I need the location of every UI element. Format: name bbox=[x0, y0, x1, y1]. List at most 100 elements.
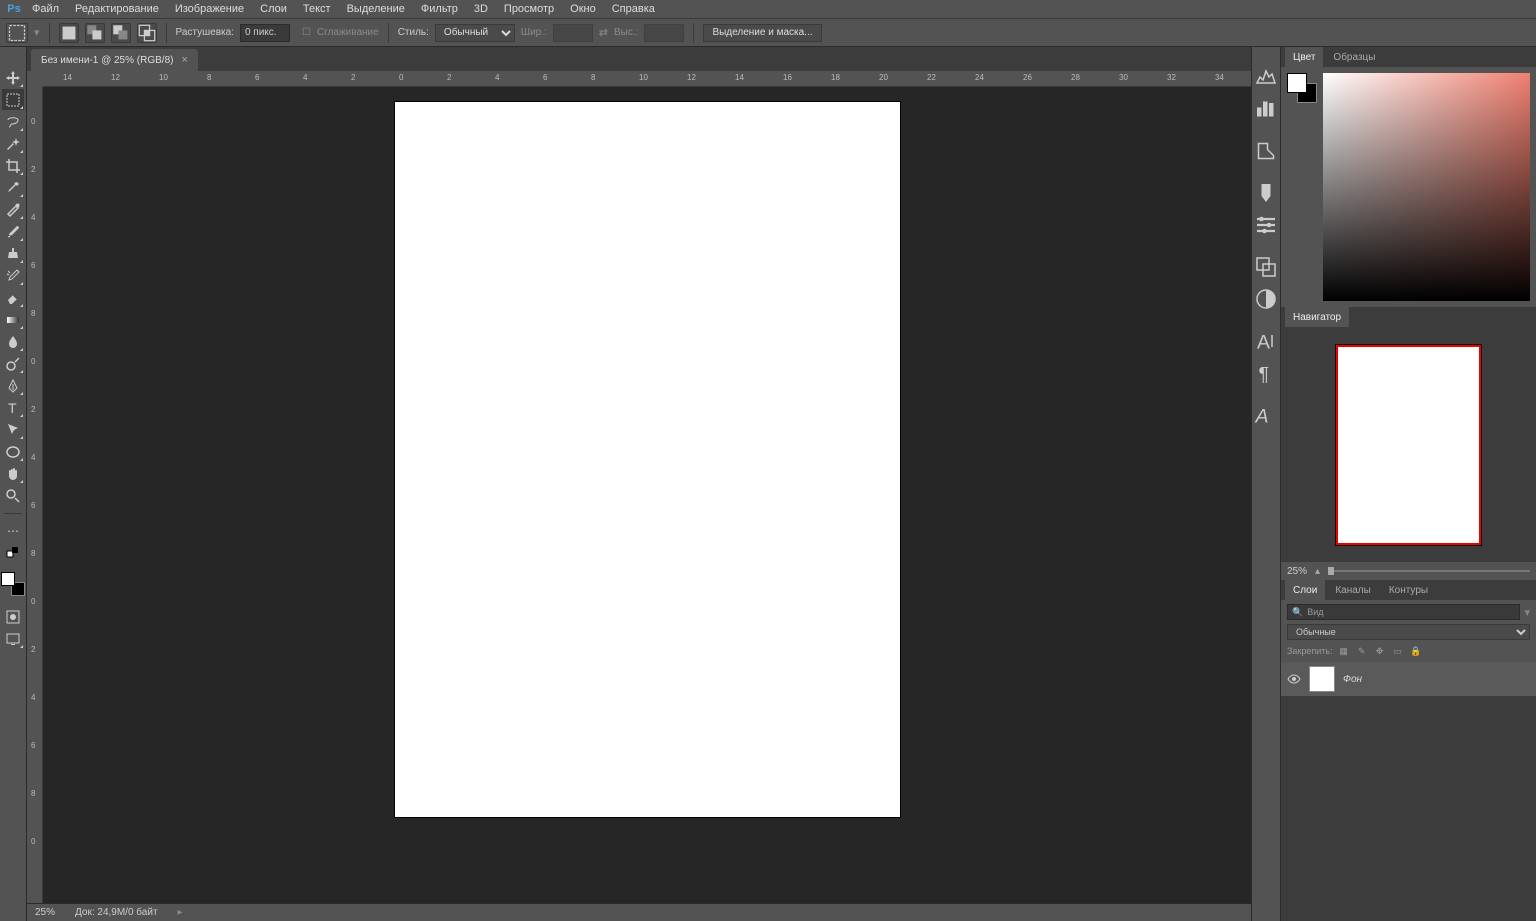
lock-all-icon[interactable]: 🔒 bbox=[1409, 644, 1423, 658]
healing-brush-tool[interactable] bbox=[2, 199, 24, 220]
navigator-zoom[interactable]: 25% bbox=[1287, 566, 1307, 577]
type-tool[interactable]: T bbox=[2, 397, 24, 418]
mini-foreground-color[interactable] bbox=[1287, 73, 1307, 93]
navigator-tab[interactable]: Навигатор bbox=[1285, 307, 1349, 327]
zoom-out-icon[interactable]: ▴ bbox=[1315, 566, 1320, 577]
navigator-thumbnail[interactable] bbox=[1336, 345, 1481, 545]
channels-tab[interactable]: Каналы bbox=[1327, 580, 1379, 600]
foreground-color[interactable] bbox=[1, 572, 15, 586]
doc-info-status[interactable]: Док: 24,9M/0 байт bbox=[75, 907, 158, 918]
style-select[interactable]: Обычный bbox=[435, 24, 515, 42]
shape-tool[interactable] bbox=[2, 441, 24, 462]
hand-tool[interactable] bbox=[2, 463, 24, 484]
brush-presets-panel-icon[interactable] bbox=[1254, 213, 1278, 237]
gradient-tool[interactable] bbox=[2, 309, 24, 330]
adjustments-panel-icon[interactable] bbox=[1254, 287, 1278, 311]
select-and-mask-button[interactable]: Выделение и маска... bbox=[703, 24, 821, 42]
color-swatches[interactable] bbox=[1, 572, 25, 596]
document-tab[interactable]: Без имени-1 @ 25% (RGB/8) × bbox=[31, 49, 198, 71]
menu-image[interactable]: Изображение bbox=[167, 1, 252, 17]
collapsed-panel-strip: A ¶ A bbox=[1251, 47, 1280, 921]
color-field[interactable] bbox=[1323, 73, 1530, 301]
status-arrow-icon[interactable]: ▸ bbox=[178, 907, 183, 918]
zoom-tool[interactable] bbox=[2, 485, 24, 506]
layers-panel: Слои Каналы Контуры 🔍 Вид ▾ Обычные Закр… bbox=[1281, 580, 1536, 921]
blend-mode-select[interactable]: Обычные bbox=[1287, 624, 1530, 640]
options-bar: ▾ Растушевка: ☐ Сглаживание Стиль: Обычн… bbox=[0, 18, 1536, 47]
divider bbox=[166, 23, 167, 43]
layers-tab[interactable]: Слои bbox=[1285, 580, 1325, 600]
layer-thumbnail[interactable] bbox=[1309, 666, 1335, 692]
swatches-tab[interactable]: Образцы bbox=[1325, 47, 1383, 67]
quickmask-tool[interactable] bbox=[2, 606, 24, 627]
menu-3d[interactable]: 3D bbox=[466, 1, 496, 17]
info-panel-icon[interactable] bbox=[1254, 97, 1278, 121]
pen-tool[interactable] bbox=[2, 375, 24, 396]
magic-wand-tool[interactable] bbox=[2, 133, 24, 154]
properties-panel-icon[interactable] bbox=[1254, 139, 1278, 163]
canvas[interactable] bbox=[395, 102, 900, 817]
character-panel-icon[interactable]: A bbox=[1254, 329, 1278, 353]
history-brush-tool[interactable] bbox=[2, 265, 24, 286]
menu-help[interactable]: Справка bbox=[604, 1, 663, 17]
lasso-tool[interactable] bbox=[2, 111, 24, 132]
menu-select[interactable]: Выделение bbox=[339, 1, 413, 17]
menu-window[interactable]: Окно bbox=[562, 1, 604, 17]
search-icon: 🔍 bbox=[1292, 607, 1303, 618]
paths-tab[interactable]: Контуры bbox=[1381, 580, 1436, 600]
layer-visibility-icon[interactable] bbox=[1287, 672, 1301, 686]
marquee-tool[interactable] bbox=[2, 89, 24, 110]
brushes-panel-icon[interactable] bbox=[1254, 181, 1278, 205]
marquee-tool-icon[interactable] bbox=[6, 23, 28, 43]
paragraph-panel-icon[interactable]: ¶ bbox=[1254, 361, 1278, 385]
move-tool[interactable] bbox=[2, 67, 24, 88]
svg-text:T: T bbox=[8, 400, 17, 416]
dodge-tool[interactable] bbox=[2, 353, 24, 374]
selection-intersect-icon[interactable] bbox=[137, 23, 157, 43]
eyedropper-tool[interactable] bbox=[2, 177, 24, 198]
vertical-ruler: 0246802468024680 bbox=[27, 87, 43, 903]
color-tab[interactable]: Цвет bbox=[1285, 47, 1323, 67]
glyphs-panel-icon[interactable]: A bbox=[1254, 403, 1278, 427]
tool-panel: T ⋯ bbox=[0, 47, 27, 921]
feather-input[interactable] bbox=[240, 24, 290, 42]
edit-toolbar[interactable]: ⋯ bbox=[2, 520, 24, 541]
layer-comps-panel-icon[interactable] bbox=[1254, 255, 1278, 279]
lock-artboard-icon[interactable]: ▭ bbox=[1391, 644, 1405, 658]
crop-tool[interactable] bbox=[2, 155, 24, 176]
height-input bbox=[644, 24, 684, 42]
menu-edit[interactable]: Редактирование bbox=[67, 1, 167, 17]
selection-new-icon[interactable] bbox=[59, 23, 79, 43]
menu-file[interactable]: Файл bbox=[24, 1, 67, 17]
brush-tool[interactable] bbox=[2, 221, 24, 242]
divider bbox=[693, 23, 694, 43]
lock-position-icon[interactable]: ✥ bbox=[1373, 644, 1387, 658]
default-colors-icon[interactable] bbox=[2, 542, 24, 563]
divider bbox=[49, 23, 50, 43]
screen-mode-tool[interactable] bbox=[2, 628, 24, 649]
document-tab-title: Без имени-1 @ 25% (RGB/8) bbox=[41, 55, 173, 66]
color-swatch-pair[interactable] bbox=[1287, 73, 1317, 103]
histogram-panel-icon[interactable] bbox=[1254, 65, 1278, 89]
right-panels: Цвет Образцы Навигатор 25% ▴ bbox=[1280, 47, 1536, 921]
zoom-status[interactable]: 25% bbox=[35, 907, 55, 918]
path-selection-tool[interactable] bbox=[2, 419, 24, 440]
menu-text[interactable]: Текст bbox=[295, 1, 339, 17]
clone-stamp-tool[interactable] bbox=[2, 243, 24, 264]
menu-view[interactable]: Просмотр bbox=[496, 1, 562, 17]
lock-transparency-icon[interactable]: ▦ bbox=[1337, 644, 1351, 658]
layer-filter-select[interactable]: 🔍 Вид bbox=[1287, 604, 1520, 620]
lock-pixels-icon[interactable]: ✎ bbox=[1355, 644, 1369, 658]
layer-name[interactable]: Фон bbox=[1343, 674, 1362, 685]
zoom-slider[interactable] bbox=[1328, 570, 1530, 572]
selection-subtract-icon[interactable] bbox=[111, 23, 131, 43]
blur-tool[interactable] bbox=[2, 331, 24, 352]
close-tab-icon[interactable]: × bbox=[181, 54, 187, 66]
canvas-viewport[interactable] bbox=[43, 87, 1251, 903]
menu-layers[interactable]: Слои bbox=[252, 1, 295, 17]
layer-row[interactable]: Фон bbox=[1281, 662, 1536, 696]
selection-add-icon[interactable] bbox=[85, 23, 105, 43]
navigator-preview[interactable] bbox=[1281, 327, 1536, 562]
menu-filter[interactable]: Фильтр bbox=[413, 1, 466, 17]
eraser-tool[interactable] bbox=[2, 287, 24, 308]
